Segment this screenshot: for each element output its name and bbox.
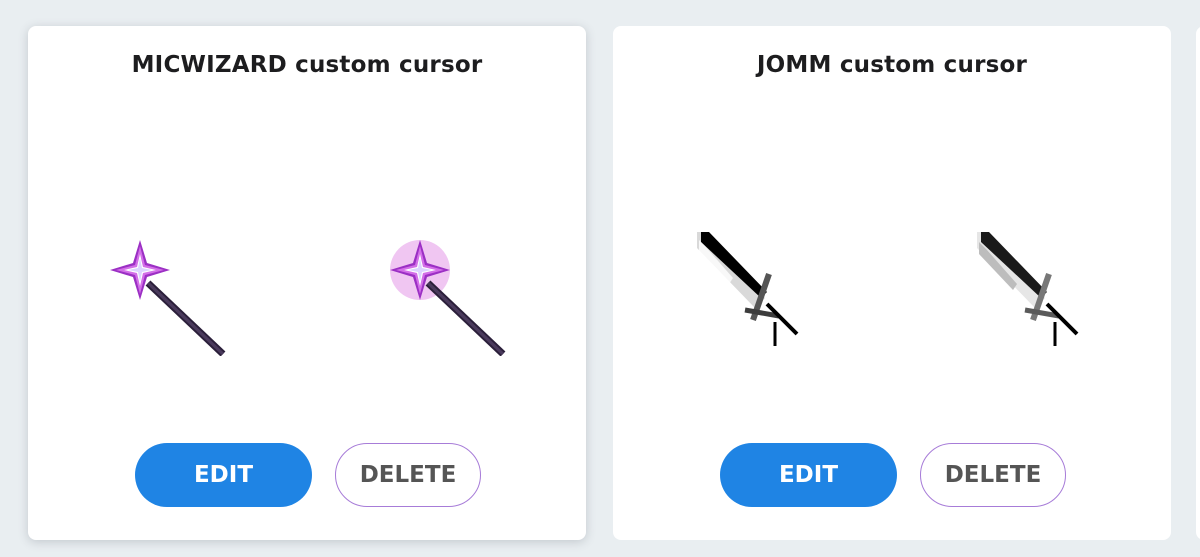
cursor-card: MICWIZARD custom cursor EDIT DELETE: [28, 26, 586, 540]
delete-button[interactable]: DELETE: [335, 443, 481, 507]
sword-cursor-icon: [693, 226, 823, 356]
delete-button[interactable]: DELETE: [920, 443, 1066, 507]
card-title: MICWIZARD custom cursor: [131, 52, 483, 78]
cursor-card: JOMM custom cursor EDIT DELETE: [613, 26, 1171, 540]
edit-button[interactable]: EDIT: [720, 443, 897, 507]
sword-pointer-icon: [973, 226, 1103, 356]
edit-button[interactable]: EDIT: [135, 443, 312, 507]
magic-wand-pointer-icon: [388, 226, 518, 356]
card-title: JOMM custom cursor: [756, 52, 1028, 78]
next-cursor-card: [1196, 26, 1200, 540]
magic-wand-cursor-icon: [108, 226, 238, 356]
